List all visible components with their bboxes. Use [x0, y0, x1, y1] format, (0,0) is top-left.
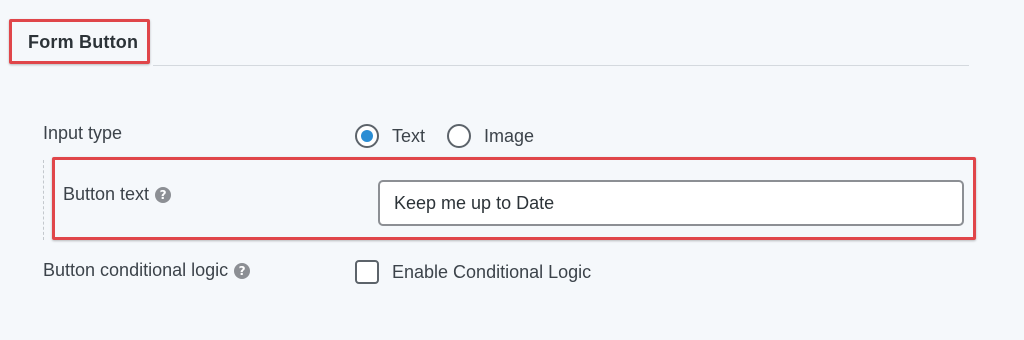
input-type-radio-group: Text Image: [355, 122, 556, 150]
section-divider: [153, 65, 969, 66]
section-header: Form Button: [0, 0, 1024, 68]
radio-option-text[interactable]: Text: [355, 124, 425, 148]
radio-label-text: Text: [392, 125, 426, 146]
radio-option-image[interactable]: Image: [447, 124, 534, 148]
conditional-logic-label: Button conditional logic: [43, 260, 229, 280]
title-highlight-box: [9, 19, 150, 64]
input-type-label: Input type: [43, 123, 123, 143]
row-dotted-edge: [43, 160, 44, 240]
conditional-logic-label-wrap: Button conditional logic?: [43, 260, 251, 281]
question-circle-icon[interactable]: ?: [234, 263, 251, 279]
enable-conditional-logic-option[interactable]: Enable Conditional Logic: [355, 259, 591, 285]
button-text-highlight-box: [52, 157, 976, 240]
radio-image[interactable]: [447, 124, 472, 148]
radio-text[interactable]: [355, 124, 379, 148]
enable-conditional-logic-label: Enable Conditional Logic: [392, 261, 592, 282]
enable-conditional-logic-checkbox[interactable]: [355, 260, 379, 284]
radio-label-image: Image: [484, 125, 535, 146]
